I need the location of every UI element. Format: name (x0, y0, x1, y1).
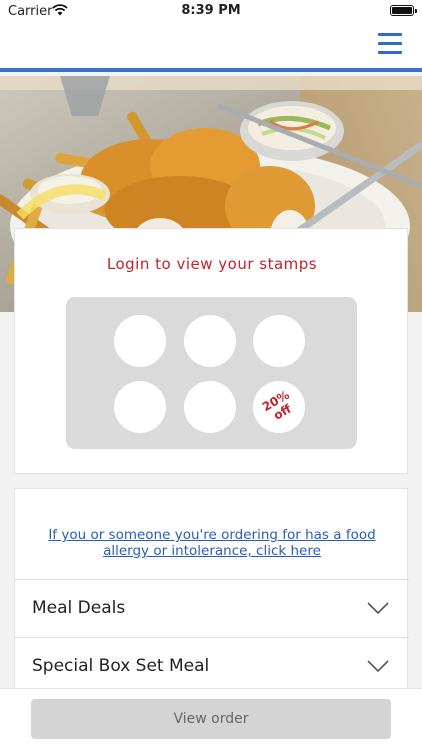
login-to-view-stamps-link[interactable]: Login to view your stamps (15, 255, 409, 273)
hamburger-menu-icon[interactable] (378, 33, 402, 55)
menu-category-label: Special Box Set Meal (32, 656, 210, 676)
menu-category-label: Meal Deals (32, 598, 126, 618)
top-navbar (0, 22, 422, 72)
stamp-slot (114, 381, 166, 433)
stamp-card: Login to view your stamps 20% off (14, 228, 408, 474)
stamp-slot (184, 381, 236, 433)
menu-category-meal-deals[interactable]: Meal Deals (15, 579, 409, 637)
bottom-bar: View order (0, 688, 422, 750)
status-time: 8:39 PM (181, 3, 241, 18)
stamp-slot (114, 315, 166, 367)
view-order-button[interactable]: View order (31, 699, 391, 739)
stamp-slot (253, 315, 305, 367)
chevron-down-icon (367, 602, 389, 614)
menu-category-special-box-set-meal[interactable]: Special Box Set Meal (15, 637, 409, 695)
chevron-down-icon (367, 660, 389, 672)
reward-stamp-label: 20% off (259, 387, 294, 423)
stamp-panel: 20% off (66, 297, 357, 449)
allergy-info-link[interactable]: If you or someone you're ordering for ha… (35, 527, 389, 559)
battery-icon (390, 5, 417, 16)
stamp-slot (184, 315, 236, 367)
status-bar: Carrier 8:39 PM (0, 0, 422, 22)
reward-stamp: 20% off (253, 381, 305, 433)
